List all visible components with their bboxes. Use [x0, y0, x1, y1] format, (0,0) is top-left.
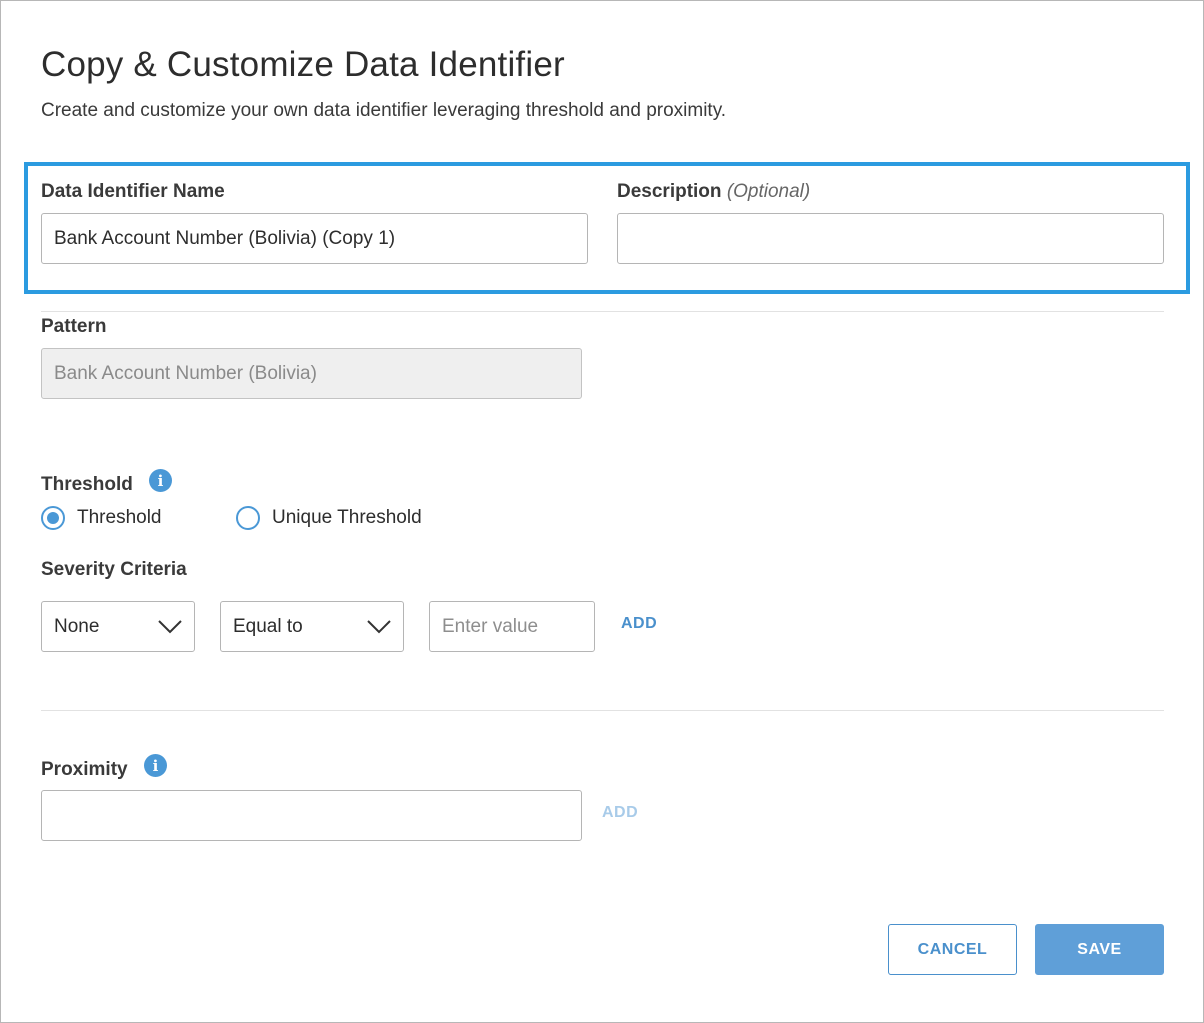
- threshold-info-icon[interactable]: i: [149, 469, 172, 492]
- radio-threshold-label: Threshold: [77, 507, 162, 528]
- severity-value-input[interactable]: Enter value: [429, 601, 595, 652]
- pattern-input: Bank Account Number (Bolivia): [41, 348, 582, 399]
- name-label-text: Data Identifier Name: [41, 181, 225, 202]
- severity-add-button[interactable]: ADD: [621, 615, 657, 633]
- divider-middle: [41, 710, 1164, 711]
- optional-label: (Optional): [726, 181, 811, 202]
- save-button[interactable]: SAVE: [1035, 924, 1164, 975]
- radio-threshold[interactable]: Threshold: [41, 506, 162, 530]
- severity-criteria-label: Severity Criteria: [41, 559, 187, 581]
- pattern-label-text: Pattern: [41, 316, 107, 337]
- radio-unselected-icon[interactable]: [236, 506, 260, 530]
- radio-unique-threshold-label: Unique Threshold: [272, 507, 422, 528]
- dialog-title: Copy & Customize Data Identifier: [41, 45, 565, 84]
- pattern-input-value: Bank Account Number (Bolivia): [54, 362, 317, 384]
- proximity-label-text: Proximity: [41, 759, 128, 780]
- severity-level-value: None: [54, 615, 100, 637]
- name-field-label: Data Identifier Name: [41, 181, 225, 203]
- severity-label-text: Severity Criteria: [41, 559, 187, 580]
- pattern-field-label: Pattern: [41, 316, 106, 338]
- dialog-subtitle: Create and customize your own data ident…: [41, 100, 727, 121]
- proximity-info-icon[interactable]: i: [144, 754, 167, 777]
- cancel-button[interactable]: CANCEL: [888, 924, 1017, 975]
- copy-customize-dialog: Copy & Customize Data Identifier Create …: [0, 0, 1204, 1023]
- severity-value-placeholder: Enter value: [442, 615, 539, 637]
- name-input-value: Bank Account Number (Bolivia) (Copy 1): [54, 227, 396, 249]
- severity-operator-value: Equal to: [233, 615, 303, 637]
- radio-selected-icon[interactable]: [41, 506, 65, 530]
- proximity-input[interactable]: [41, 790, 582, 841]
- description-field-label: Description (Optional): [617, 181, 810, 203]
- proximity-add-button[interactable]: ADD: [602, 804, 638, 822]
- description-label-text: Description: [617, 181, 722, 202]
- severity-level-select[interactable]: None: [41, 601, 195, 652]
- threshold-label: Threshold: [41, 474, 133, 496]
- proximity-label: Proximity: [41, 759, 128, 781]
- chevron-down-icon: [158, 619, 182, 633]
- description-input[interactable]: [617, 213, 1164, 264]
- divider-top: [41, 311, 1164, 312]
- threshold-label-text: Threshold: [41, 474, 133, 495]
- name-input[interactable]: Bank Account Number (Bolivia) (Copy 1): [41, 213, 588, 264]
- chevron-down-icon: [367, 619, 391, 633]
- severity-operator-select[interactable]: Equal to: [220, 601, 404, 652]
- radio-unique-threshold[interactable]: Unique Threshold: [236, 506, 422, 530]
